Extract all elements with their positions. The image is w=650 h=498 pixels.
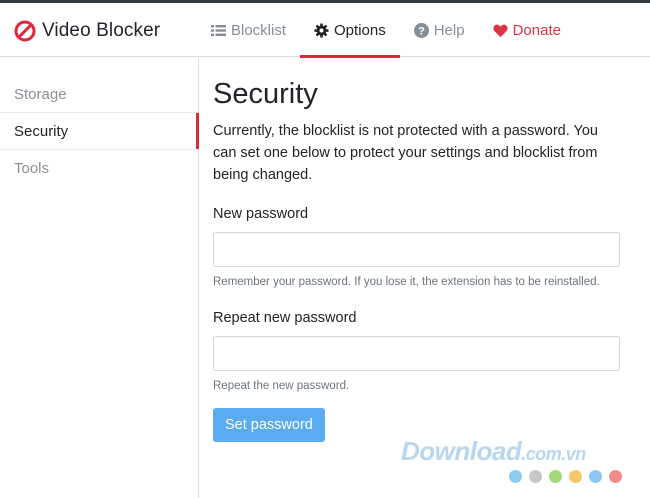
- watermark-logo: Download.com.vn: [401, 436, 586, 467]
- nav-tab-options[interactable]: Options: [300, 3, 400, 58]
- main-content: Security Currently, the blocklist is not…: [213, 75, 623, 442]
- repeat-password-help: Repeat the new password.: [213, 380, 350, 392]
- watermark-suffix: .com.vn: [521, 444, 586, 464]
- watermark-text: Download: [401, 436, 522, 466]
- app-title: Video Blocker: [42, 20, 161, 41]
- sidebar-item-storage[interactable]: Storage: [0, 76, 198, 113]
- sidebar-item-tools[interactable]: Tools: [0, 150, 198, 187]
- header: Video Blocker Blocklist Options ? Help D…: [0, 3, 650, 58]
- top-nav: Blocklist Options ? Help Donate: [197, 3, 575, 58]
- set-password-button[interactable]: Set password: [213, 408, 325, 442]
- gear-icon: [314, 22, 329, 38]
- intro-text: Currently, the blocklist is not protecte…: [213, 123, 598, 183]
- watermark-dot: [569, 470, 582, 483]
- watermark-dot: [609, 470, 622, 483]
- page-title: Security: [213, 78, 318, 110]
- question-circle-icon: ?: [413, 22, 429, 38]
- sidebar: Storage Security Tools: [0, 58, 199, 498]
- sidebar-item-security[interactable]: Security: [0, 113, 199, 150]
- watermark-dots: [509, 470, 622, 483]
- new-password-label: New password: [213, 206, 309, 222]
- nav-tab-label: Donate: [512, 21, 561, 39]
- watermark-dot: [589, 470, 602, 483]
- nav-tab-label: Blocklist: [231, 21, 287, 39]
- nav-tab-blocklist[interactable]: Blocklist: [197, 3, 300, 57]
- watermark-dot: [529, 470, 542, 483]
- heart-icon: [492, 23, 508, 38]
- blocked-circle-icon: [14, 20, 36, 42]
- nav-tab-label: Help: [433, 21, 465, 39]
- new-password-help: Remember your password. If you lose it, …: [213, 276, 600, 288]
- nav-tab-donate[interactable]: Donate: [479, 3, 575, 57]
- new-password-field[interactable]: [213, 232, 620, 267]
- repeat-password-field[interactable]: [213, 336, 620, 371]
- watermark-dot: [509, 470, 522, 483]
- watermark-dot: [549, 470, 562, 483]
- brand[interactable]: Video Blocker: [14, 18, 160, 44]
- repeat-password-label: Repeat new password: [213, 310, 357, 326]
- nav-tab-help[interactable]: ? Help: [400, 3, 479, 57]
- list-icon: [211, 23, 226, 38]
- nav-tab-label: Options: [334, 21, 386, 39]
- svg-text:?: ?: [418, 25, 425, 37]
